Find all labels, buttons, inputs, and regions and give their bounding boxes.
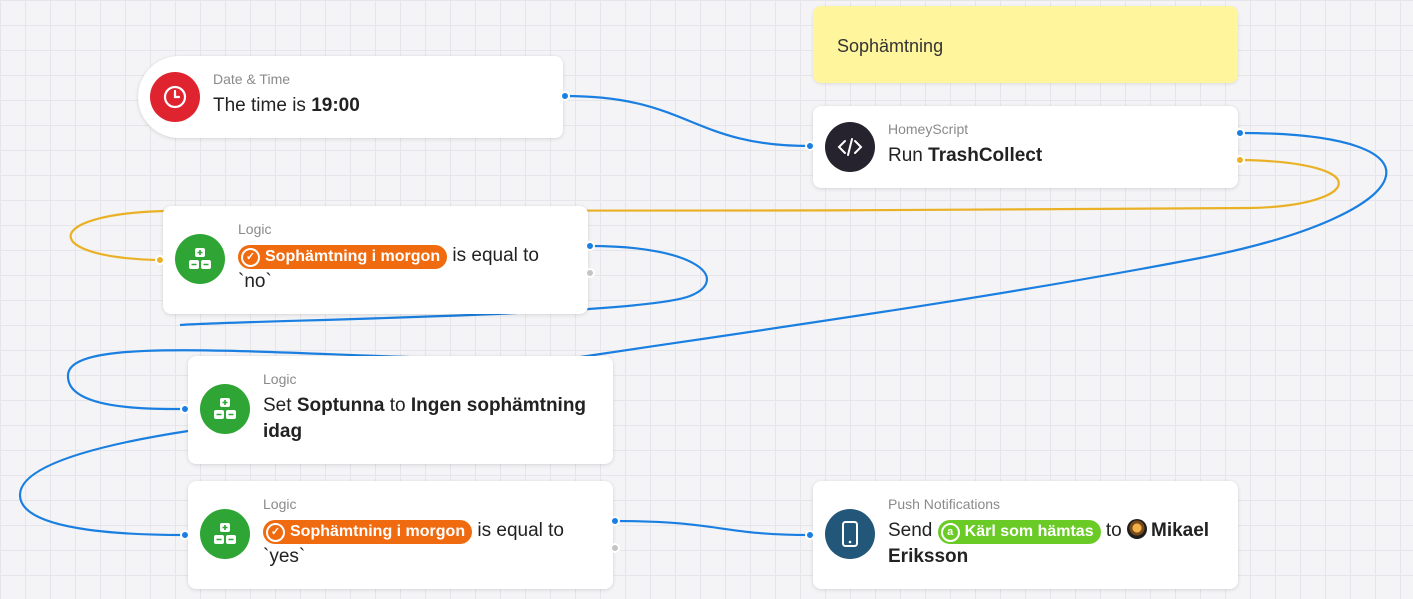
- card-category: HomeyScript: [888, 121, 969, 137]
- phone-icon: [825, 509, 875, 559]
- token-sophamtning-i-morgon[interactable]: ✓ Sophämtning i morgon: [263, 520, 473, 544]
- port-push-in[interactable]: [805, 530, 815, 540]
- logic-icon: [200, 384, 250, 434]
- port-homeyscript-false-out[interactable]: [1235, 155, 1245, 165]
- card-category: Logic: [263, 371, 297, 387]
- token-sophamtning-i-morgon[interactable]: ✓ Sophämtning i morgon: [238, 245, 448, 269]
- card-category: Push Notifications: [888, 496, 1001, 512]
- clock-icon: [150, 72, 200, 122]
- note-card[interactable]: Sophämtning: [813, 6, 1238, 83]
- logic-icon: [200, 509, 250, 559]
- card-date-time[interactable]: Date & Time The time is 19:00: [138, 56, 563, 138]
- card-push-notification[interactable]: Push Notifications Send a Kärl som hämtas…: [813, 481, 1238, 589]
- flow-canvas[interactable]: Sophämtning Date & Time The time is 19:0…: [0, 0, 1413, 599]
- card-text: Run TrashCollect: [888, 145, 1043, 166]
- wire-set-to-logic-yes: [18, 429, 189, 537]
- logic-icon: [175, 234, 225, 284]
- note-text: Sophämtning: [837, 36, 944, 56]
- card-logic-set-variable[interactable]: Logic Set Soptunna to Ingen sophämtning …: [188, 356, 613, 464]
- port-logic-yes-in[interactable]: [180, 530, 190, 540]
- port-logic-no-in[interactable]: [155, 255, 165, 265]
- card-homeyscript[interactable]: HomeyScript Run TrashCollect: [813, 106, 1238, 188]
- port-homeyscript-in[interactable]: [805, 141, 815, 151]
- token-karl-som-hamtas[interactable]: a Kärl som hämtas: [937, 520, 1101, 544]
- port-logic-no-false-out[interactable]: [585, 268, 595, 278]
- port-logic-set-in[interactable]: [180, 404, 190, 414]
- port-homeyscript-true-out[interactable]: [1235, 128, 1245, 138]
- card-text: ✓ Sophämtning i morgon is equal to `no`: [238, 245, 539, 292]
- check-icon: ✓: [266, 522, 285, 542]
- card-logic-equal-yes[interactable]: Logic ✓ Sophämtning i morgon is equal to …: [188, 481, 613, 589]
- wire-datetime-to-script: [564, 94, 811, 148]
- check-icon: ✓: [241, 247, 260, 267]
- code-icon: [825, 122, 875, 172]
- card-text: Send a Kärl som hämtas to Mikael Eriksson: [888, 519, 1210, 567]
- card-text: ✓ Sophämtning i morgon is equal to `yes`: [263, 520, 564, 567]
- port-datetime-out[interactable]: [560, 91, 570, 101]
- port-logic-no-true-out[interactable]: [585, 241, 595, 251]
- card-category: Date & Time: [213, 71, 291, 87]
- card-category: Logic: [263, 496, 297, 512]
- port-logic-yes-true-out[interactable]: [610, 516, 620, 526]
- user-avatar: [1127, 519, 1147, 539]
- port-logic-yes-false-out[interactable]: [610, 543, 620, 553]
- card-text: Set Soptunna to Ingen sophämtning idag: [263, 395, 587, 442]
- card-text: The time is 19:00: [213, 95, 360, 116]
- card-category: Logic: [238, 221, 272, 237]
- text-token-icon: a: [940, 522, 960, 542]
- card-logic-equal-no[interactable]: Logic ✓ Sophämtning i morgon is equal to …: [163, 206, 588, 314]
- wire-logic-yes-to-push: [614, 519, 811, 537]
